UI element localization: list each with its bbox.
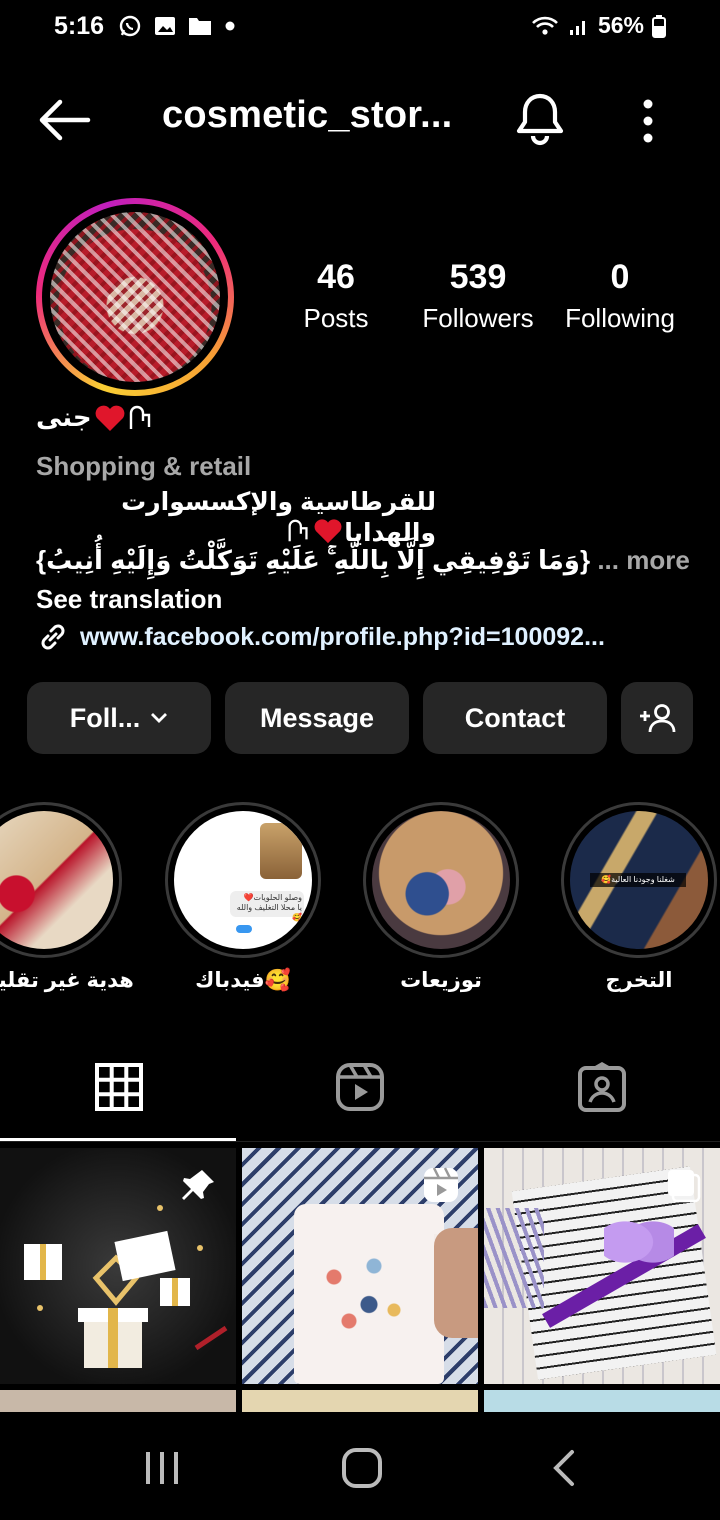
highlight-ring: وصلو الحلويات❤️ يا محلا التغليف والله🥰 [165, 802, 321, 958]
feedback-chat-line-1: وصلو الحلويات❤️ [243, 893, 302, 902]
highlight-item[interactable]: شغلنا وجودنا العالية🥰 التخرج [561, 802, 717, 993]
profile-header: cosmetic_stor... [0, 80, 720, 160]
gallery-icon [155, 17, 175, 35]
ribbon-doodle-icon [288, 519, 308, 542]
hand [434, 1228, 478, 1338]
shredded-paper [484, 1208, 544, 1308]
avatar-frame [42, 204, 228, 390]
follow-button-label: Foll... [69, 702, 141, 733]
post-thumbnail[interactable] [484, 1148, 720, 1384]
home-icon[interactable] [340, 1448, 384, 1488]
post-thumbnail[interactable] [242, 1148, 478, 1384]
feedback-photo [260, 823, 302, 879]
highlight-label: هدية غير تقليدية [0, 969, 134, 992]
status-bar: 5:16 56% [0, 0, 720, 56]
contact-button[interactable]: Contact [423, 682, 607, 754]
ribbon-doodle-icon [129, 405, 150, 429]
chevron-down-icon [151, 713, 168, 723]
highlight-label: التخرج [605, 969, 673, 992]
highlight-label: فيدباك🥰 [195, 969, 291, 992]
highlight-cover-gift [0, 811, 113, 949]
message-button[interactable]: Message [225, 682, 409, 754]
post-thumbnail[interactable] [0, 1148, 236, 1384]
story-ring[interactable] [36, 198, 234, 396]
name-text: جنى [36, 402, 92, 432]
reels-icon [424, 1167, 458, 1202]
bio-line-2: {وَمَا تَوْفِيقِي إِلَّا بِاللَّهِ ۚ عَل… [36, 545, 690, 577]
more-vertical-icon[interactable] [632, 96, 664, 146]
profile-stats: 46 Posts 539 Followers 0 Following [290, 258, 690, 348]
status-right: 56% [530, 12, 666, 39]
arrow-left-icon[interactable] [36, 98, 92, 142]
recent-apps-icon[interactable] [142, 1448, 182, 1488]
bio-line-2-text: {وَمَا تَوْفِيقِي إِلَّا بِاللَّهِ ۚ عَل… [36, 545, 591, 575]
chat-send-bubble [236, 925, 252, 933]
multiple-posts-icon [668, 1170, 701, 1203]
posts-label: Posts [303, 303, 369, 333]
heart-icon [314, 519, 342, 544]
highlight-ring [363, 802, 519, 958]
status-notification-icons [118, 14, 236, 38]
add-person-button[interactable] [621, 682, 693, 754]
signal-icon [569, 20, 585, 35]
dot-icon [225, 21, 235, 31]
bio-line-1: للقرطاسية والإكسسوارت والهدايا [36, 487, 436, 548]
profile-link[interactable]: www.facebook.com/profile.php?id=100092..… [36, 620, 605, 654]
profile-tabs [0, 1040, 720, 1142]
battery-icon [652, 14, 666, 38]
highlight-ring: شغلنا وجودنا العالية🥰 [561, 802, 717, 958]
highlight-label: توزيعات [400, 969, 482, 992]
reels-icon[interactable] [335, 1062, 385, 1114]
following-label: Following [565, 303, 675, 333]
more-link[interactable]: ... more [597, 545, 689, 575]
profile-link-text: www.facebook.com/profile.php?id=100092..… [80, 622, 605, 651]
highlight-cover-giveaways [372, 811, 510, 949]
following-dropdown-button[interactable]: Foll... [27, 682, 211, 754]
feedback-chat-bubble: وصلو الحلويات❤️ يا محلا التغليف والله🥰 [230, 891, 304, 922]
followers-label: Followers [422, 303, 534, 333]
highlight-ring [0, 802, 122, 958]
profile-name: جنى [36, 402, 154, 433]
bell-icon[interactable] [514, 92, 566, 146]
highlight-item[interactable]: وصلو الحلويات❤️ يا محلا التغليف والله🥰 ف… [165, 802, 321, 993]
avatar [50, 212, 220, 382]
folder-icon [189, 18, 211, 35]
pin-icon [182, 1170, 214, 1200]
following-count: 0 [610, 258, 630, 296]
followers-count: 539 [449, 258, 507, 296]
whatsapp-icon [119, 15, 141, 37]
stat-followers[interactable]: 539 Followers [412, 258, 544, 334]
stat-following[interactable]: 0 Following [554, 258, 686, 334]
mug-flowers [314, 1244, 414, 1354]
tagged-icon[interactable] [577, 1062, 627, 1114]
posts-count: 46 [317, 258, 355, 296]
grid-icon[interactable] [94, 1062, 144, 1114]
profile-category: Shopping & retail [36, 451, 252, 481]
bio-line-1-text: للقرطاسية والإكسسوارت والهدايا [121, 488, 436, 547]
battery-percent: 56% [597, 12, 644, 38]
status-time: 5:16 [54, 12, 105, 40]
highlight-cover-graduation: شغلنا وجودنا العالية🥰 [570, 811, 708, 949]
back-nav-icon[interactable] [548, 1448, 580, 1488]
heart-icon [95, 405, 125, 431]
link-icon [41, 624, 65, 650]
stat-posts[interactable]: 46 Posts [290, 258, 382, 334]
see-translation-link[interactable]: See translation [36, 584, 222, 615]
graduation-caption: شغلنا وجودنا العالية🥰 [590, 873, 686, 887]
wifi-icon [532, 16, 558, 35]
system-navigation-bar [0, 1412, 720, 1520]
active-tab-indicator [0, 1138, 236, 1141]
highlight-cover-feedback: وصلو الحلويات❤️ يا محلا التغليف والله🥰 [174, 811, 312, 949]
feedback-chat-line-2: يا محلا التغليف والله🥰 [236, 903, 302, 922]
add-person-icon [640, 704, 676, 733]
highlight-item[interactable]: توزيعات [363, 802, 519, 993]
mug-illustration [294, 1204, 474, 1384]
highlight-item[interactable]: هدية غير تقليدية [0, 802, 134, 993]
profile-username: cosmetic_stor... [162, 94, 453, 136]
butterfly [604, 1218, 674, 1278]
